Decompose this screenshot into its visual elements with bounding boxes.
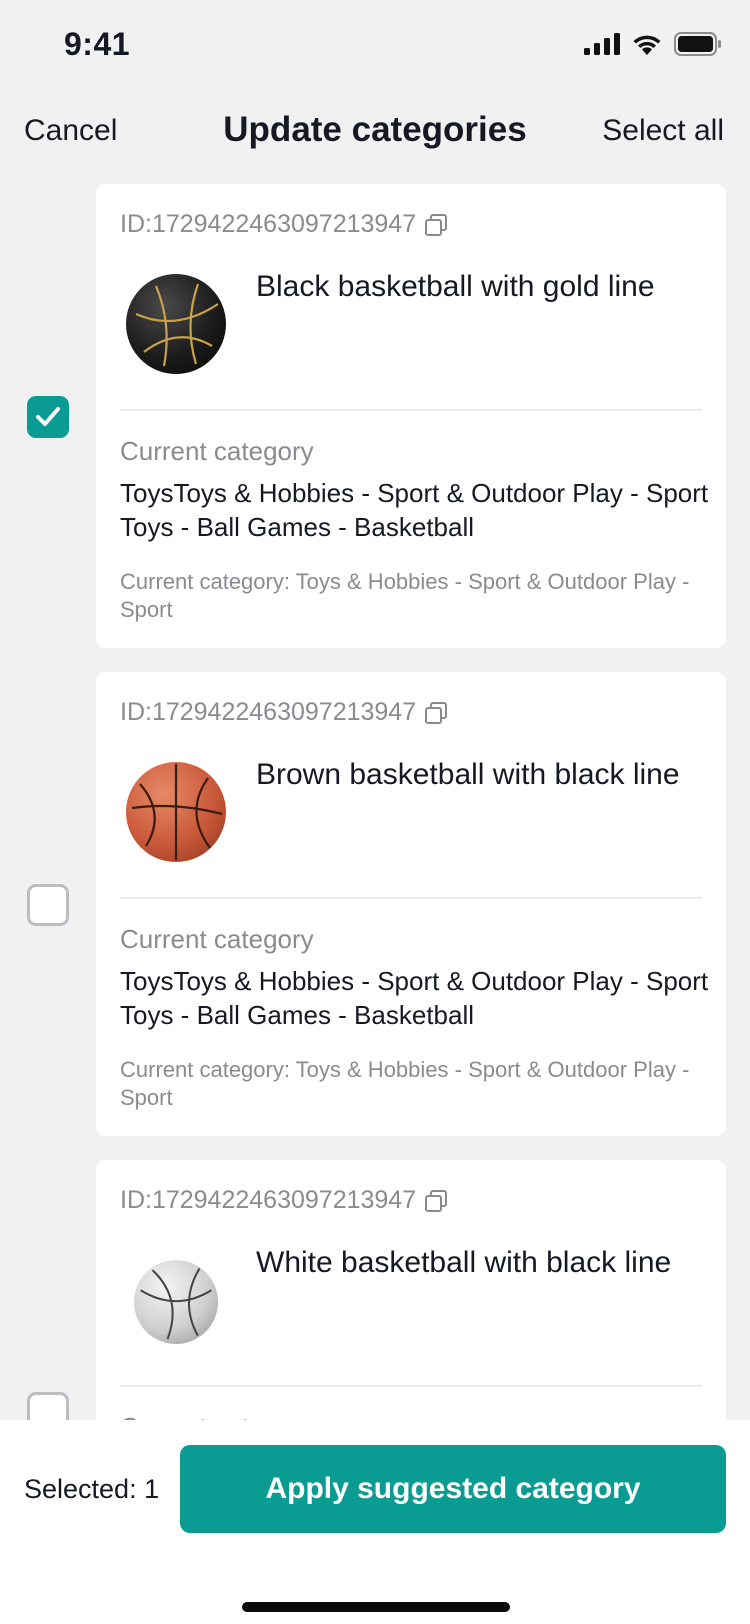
current-category-label: Current category bbox=[120, 1412, 314, 1420]
list-item: ID:1729422463097213947 White basketball … bbox=[0, 1160, 750, 1420]
update-categories-screen: 9:41 Cancel Update categories Select all bbox=[0, 0, 750, 1624]
selected-count: Selected: 1 bbox=[24, 1474, 160, 1504]
product-id: ID:1729422463097213947 bbox=[120, 1186, 448, 1215]
bottom-action-bar: Selected: 1 Apply suggested category bbox=[0, 1420, 750, 1624]
product-title: White basketball with black line bbox=[256, 1246, 672, 1279]
status-bar: 9:41 bbox=[0, 0, 750, 90]
product-id: ID:1729422463097213947 bbox=[120, 698, 448, 727]
copy-icon[interactable] bbox=[424, 701, 448, 725]
copy-icon[interactable] bbox=[424, 1189, 448, 1213]
current-category-value: ToysToys & Hobbies - Sport & Outdoor Pla… bbox=[120, 478, 709, 542]
product-id-text: ID:1729422463097213947 bbox=[120, 1186, 417, 1214]
product-list[interactable]: ID:1729422463097213947 Black basketball … bbox=[0, 184, 750, 1420]
category-note: Current category: Toys & Hobbies - Sport… bbox=[120, 1057, 690, 1110]
black-basketball-image bbox=[126, 274, 226, 374]
card-divider bbox=[120, 897, 702, 899]
white-basketball-image bbox=[134, 1260, 218, 1344]
card-divider bbox=[120, 409, 702, 411]
product-title: Brown basketball with black line bbox=[256, 758, 680, 791]
item-checkbox[interactable] bbox=[27, 884, 69, 926]
apply-suggested-category-button[interactable]: Apply suggested category bbox=[180, 1445, 726, 1533]
list-item: ID:1729422463097213947 Brown basketball … bbox=[0, 672, 750, 1136]
nav-bar: Cancel Update categories Select all bbox=[0, 100, 750, 166]
select-all-button[interactable]: Select all bbox=[602, 114, 724, 148]
checkmark-icon bbox=[36, 407, 60, 426]
wifi-icon bbox=[632, 33, 662, 55]
product-id: ID:1729422463097213947 bbox=[120, 210, 448, 239]
copy-icon[interactable] bbox=[424, 213, 448, 237]
product-card[interactable]: ID:1729422463097213947 Black basketball … bbox=[96, 184, 726, 648]
product-card[interactable]: ID:1729422463097213947 White basketball … bbox=[96, 1160, 726, 1420]
product-id-text: ID:1729422463097213947 bbox=[120, 698, 417, 726]
battery-icon bbox=[674, 32, 722, 56]
cellular-signal-icon bbox=[584, 33, 620, 55]
list-item: ID:1729422463097213947 Black basketball … bbox=[0, 184, 750, 648]
current-category-value: ToysToys & Hobbies - Sport & Outdoor Pla… bbox=[120, 966, 709, 1030]
product-id-text: ID:1729422463097213947 bbox=[120, 210, 417, 238]
home-indicator[interactable] bbox=[242, 1602, 510, 1612]
item-checkbox[interactable] bbox=[27, 396, 69, 438]
current-category-label: Current category bbox=[120, 924, 314, 954]
item-checkbox[interactable] bbox=[27, 1392, 69, 1420]
product-title: Black basketball with gold line bbox=[256, 270, 655, 303]
brown-basketball-image bbox=[126, 762, 226, 862]
card-divider bbox=[120, 1385, 702, 1387]
category-note: Current category: Toys & Hobbies - Sport… bbox=[120, 569, 690, 622]
current-category-label: Current category bbox=[120, 436, 314, 466]
status-icons bbox=[584, 32, 722, 56]
status-time: 9:41 bbox=[64, 26, 131, 62]
product-card[interactable]: ID:1729422463097213947 Brown basketball … bbox=[96, 672, 726, 1136]
